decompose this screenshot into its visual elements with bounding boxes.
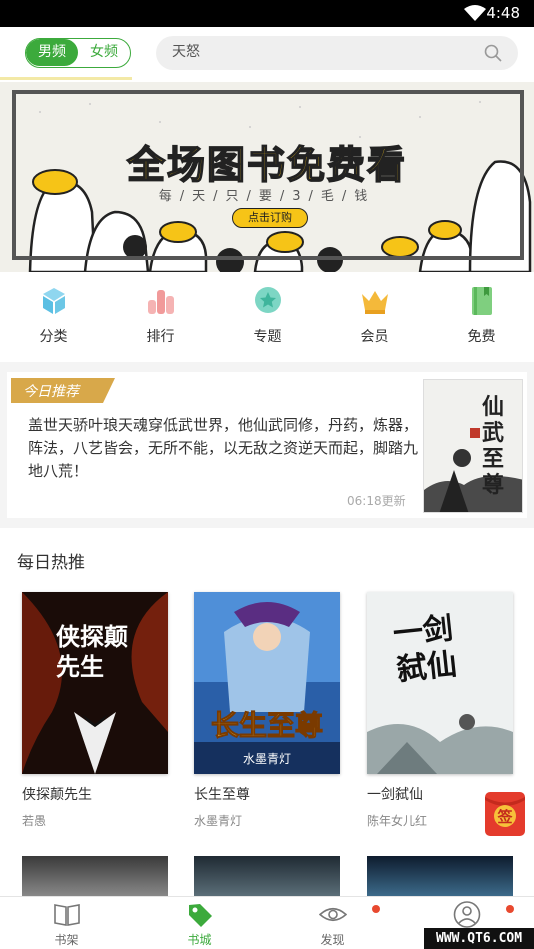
nav-label: 书城 [187, 933, 212, 947]
profile-icon [400, 901, 533, 928]
category-label: 专题 [253, 329, 282, 345]
book-cover-partial[interactable] [194, 856, 340, 896]
clock: 4:48 [486, 4, 520, 22]
top-bar: 男频 女频 [0, 27, 534, 82]
category-item-classify[interactable]: 分类 [0, 284, 107, 346]
book-cover[interactable]: 一剑弑仙 [367, 592, 513, 774]
tab-male[interactable]: 男频 [26, 39, 78, 66]
book-title: 长生至尊 [194, 787, 250, 803]
recommend-book-cover[interactable]: 仙武至尊 [423, 379, 523, 513]
bookshelf-icon [0, 901, 133, 928]
nav-label: 书架 [54, 933, 79, 947]
redpack-label: 签 [497, 808, 513, 826]
recommend-cover-title: 仙武至尊 [482, 394, 505, 498]
recommend-description: 盖世天骄叶琅天魂穿低武世界，他仙武同修，丹药，炼器，阵法，八艺皆会，无所不能，以… [28, 416, 419, 480]
vip-crown-icon [321, 284, 428, 318]
checkin-redpack-button[interactable]: 签 [483, 790, 527, 838]
category-item-free[interactable]: 免费 [428, 284, 534, 346]
book-cover[interactable]: 长生至尊 水墨青灯 [194, 592, 340, 774]
book-author: 水墨青灯 [194, 814, 243, 828]
category-label: 免费 [467, 329, 496, 345]
banner-headline: 全场图书免费看 [126, 142, 407, 188]
recommend-cover-art [424, 380, 522, 512]
category-item-ranking[interactable]: 排行 [107, 284, 214, 346]
search-input[interactable] [172, 43, 462, 59]
wifi-icon [464, 5, 486, 26]
today-recommend-card[interactable]: 今日推荐 盖世天骄叶琅天魂穿低武世界，他仙武同修，丹药，炼器，阵法，八艺皆会，无… [7, 372, 527, 518]
nav-item-bookstore[interactable]: 书城 [133, 901, 266, 948]
category-label: 排行 [146, 329, 175, 345]
discover-badge-dot [372, 905, 380, 913]
book-cover-title: 一剑弑仙 [391, 611, 459, 688]
promo-banner[interactable]: 全场图书免费看 每/天/只/要/3/毛/钱 点击订购 [0, 82, 534, 272]
tab-female[interactable]: 女频 [78, 39, 130, 66]
category-item-vip[interactable]: 会员 [321, 284, 428, 346]
category-item-topic[interactable]: 专题 [214, 284, 321, 346]
bookstore-tag-icon [133, 901, 266, 928]
recommend-update-time: 06:18更新 [347, 494, 406, 508]
today-recommend-tag: 今日推荐 [11, 378, 115, 403]
status-bar: 4:48 [0, 0, 534, 27]
nav-item-bookshelf[interactable]: 书架 [0, 901, 133, 948]
book-title: 侠探颠先生 [22, 787, 92, 803]
banner-subline: 每/天/只/要/3/毛/钱 [158, 189, 376, 204]
today-recommend-tag-label: 今日推荐 [23, 384, 79, 400]
free-book-icon [428, 284, 534, 318]
section-title: 每日热推 [17, 553, 85, 573]
toggle-underline [0, 77, 132, 80]
book-cover-partial[interactable] [367, 856, 513, 896]
topic-icon [214, 284, 321, 318]
search-box[interactable] [156, 36, 518, 70]
book-cover-partial[interactable] [22, 856, 168, 896]
profile-badge-dot [506, 905, 514, 913]
book-cover-title: 长生至尊 [210, 709, 323, 743]
ranking-icon [107, 284, 214, 318]
category-label: 分类 [39, 329, 68, 345]
book-cover-art [194, 592, 340, 774]
category-icon [0, 284, 107, 318]
book-card[interactable]: 长生至尊 水墨青灯 长生至尊 水墨青灯 [194, 592, 340, 829]
book-cover[interactable]: 侠探颠先生 [22, 592, 168, 774]
banner-order-button[interactable]: 点击订购 [232, 208, 308, 228]
gender-toggle[interactable]: 男频 女频 [25, 38, 131, 68]
site-watermark: WWW.QT6.COM [424, 928, 534, 949]
category-bar: 分类 排行 专题 会员 免费 [0, 272, 534, 362]
search-icon[interactable] [484, 44, 502, 66]
daily-hot-section: 每日热推 侠探颠先生 侠探颠先生 若愚 长生至尊 水墨青灯 长生至尊 水墨青灯 … [0, 528, 534, 896]
book-cover-title: 侠探颠先生 [56, 622, 128, 681]
book-author: 若愚 [22, 814, 47, 828]
nav-label: 发现 [320, 933, 345, 947]
book-cover-art [22, 592, 168, 774]
discover-eye-icon [266, 901, 399, 928]
category-label: 会员 [360, 329, 389, 345]
book-card[interactable]: 侠探颠先生 侠探颠先生 若愚 [22, 592, 168, 829]
book-cover-author: 水墨青灯 [242, 752, 291, 766]
